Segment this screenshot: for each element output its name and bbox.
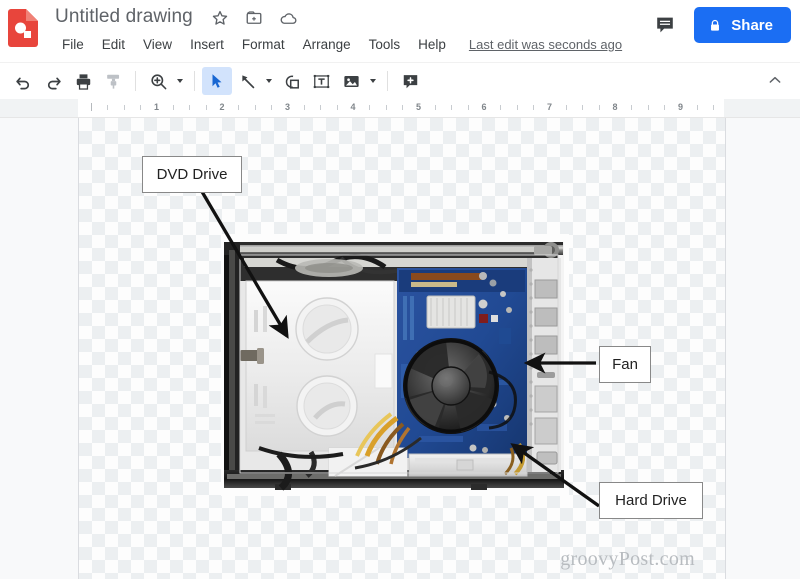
ruler-number: 2 bbox=[219, 102, 225, 112]
ruler-tick bbox=[205, 105, 207, 110]
share-button-label: Share bbox=[731, 16, 773, 34]
menu-item-view[interactable]: View bbox=[134, 35, 181, 54]
menu-item-edit[interactable]: Edit bbox=[93, 35, 134, 54]
star-icon[interactable] bbox=[211, 9, 231, 29]
add-comment-icon[interactable] bbox=[395, 67, 425, 95]
ruler-tick bbox=[303, 105, 305, 110]
menu-item-file[interactable]: File bbox=[53, 35, 93, 54]
ruler-number: 7 bbox=[546, 102, 553, 112]
ruler-tick bbox=[631, 105, 633, 110]
canvas-area[interactable]: DVD Drive Fan Hard Drive groovyPost.com bbox=[0, 118, 800, 579]
drawing-page[interactable]: DVD Drive Fan Hard Drive groovyPost.com bbox=[78, 118, 726, 579]
google-drawings-window: Untitled drawing File Edit View Insert F… bbox=[0, 0, 800, 579]
ruler-tick bbox=[189, 105, 191, 110]
zoom-icon[interactable] bbox=[143, 67, 173, 95]
ruler-tick bbox=[336, 105, 338, 110]
ruler-tick bbox=[123, 105, 125, 110]
horizontal-ruler[interactable]: 1 2 3 4 5 6 7 8 9 bbox=[0, 99, 800, 118]
ruler-tick bbox=[402, 105, 404, 110]
ruler-number: 1 bbox=[153, 102, 160, 112]
header-actions: Share bbox=[652, 7, 791, 43]
shape-icon[interactable] bbox=[276, 67, 306, 95]
ruler-tick bbox=[385, 105, 387, 110]
ruler-tick bbox=[696, 105, 698, 110]
google-drawings-logo bbox=[8, 9, 38, 47]
ruler-tick bbox=[598, 105, 600, 110]
ruler-tick bbox=[254, 105, 256, 110]
app-header: Untitled drawing File Edit View Insert F… bbox=[0, 0, 800, 62]
chevron-up-icon[interactable] bbox=[762, 67, 788, 93]
ruler-tick bbox=[369, 105, 371, 110]
fan-label[interactable]: Fan bbox=[599, 346, 651, 383]
ruler-number: 5 bbox=[415, 102, 422, 112]
ruler-tick bbox=[647, 105, 649, 110]
watermark: groovyPost.com bbox=[560, 548, 695, 570]
rear-io-panel bbox=[527, 242, 561, 472]
image-dropdown-caret[interactable] bbox=[366, 67, 380, 95]
ruler-tick bbox=[140, 105, 142, 110]
dvd-drive-label-text: DVD Drive bbox=[156, 166, 228, 183]
share-button[interactable]: Share bbox=[694, 7, 791, 43]
dvd-drive-label[interactable]: DVD Drive bbox=[142, 156, 242, 193]
print-icon[interactable] bbox=[68, 67, 98, 95]
ruler-tick bbox=[107, 105, 109, 110]
toolbar-divider bbox=[135, 71, 136, 91]
comment-icon[interactable] bbox=[652, 12, 678, 38]
ruler-tick bbox=[516, 105, 518, 110]
ruler-number: 3 bbox=[284, 102, 291, 112]
toolbar-divider bbox=[194, 71, 195, 91]
ruler-tick bbox=[664, 105, 666, 110]
title-action-icons bbox=[211, 9, 299, 29]
computer-interior-photo bbox=[221, 234, 569, 496]
cloud-status-icon[interactable] bbox=[279, 9, 299, 29]
menu-item-tools[interactable]: Tools bbox=[360, 35, 410, 54]
ruler-number: 4 bbox=[350, 102, 356, 112]
line-dropdown-caret[interactable] bbox=[262, 67, 276, 95]
ruler-number: 9 bbox=[677, 102, 684, 112]
ruler-tick-major bbox=[91, 103, 92, 111]
ruler-tick bbox=[500, 105, 502, 110]
lock-icon bbox=[708, 18, 723, 33]
ruler-tick bbox=[565, 105, 567, 110]
ruler-tick bbox=[238, 105, 240, 110]
undo-icon[interactable] bbox=[8, 67, 38, 95]
dvd-drive-part bbox=[240, 280, 395, 452]
text-box-icon[interactable] bbox=[306, 67, 336, 95]
cursor-arrow-icon[interactable] bbox=[202, 67, 232, 95]
ruler-tick bbox=[713, 105, 715, 110]
ruler-tick bbox=[582, 105, 584, 110]
ruler-tick bbox=[533, 105, 535, 110]
cpu-fan-part bbox=[403, 338, 499, 434]
ruler-tick bbox=[451, 105, 453, 110]
menu-item-help[interactable]: Help bbox=[409, 35, 455, 54]
ruler-number: 8 bbox=[612, 102, 618, 112]
motherboard-part bbox=[397, 268, 529, 458]
paint-format-icon[interactable] bbox=[98, 67, 128, 95]
ruler-tick bbox=[172, 105, 174, 110]
menu-item-insert[interactable]: Insert bbox=[181, 35, 233, 54]
ruler-tick bbox=[271, 105, 273, 110]
toolbar bbox=[0, 62, 800, 99]
ruler-number: 6 bbox=[481, 102, 487, 112]
hard-drive-label[interactable]: Hard Drive bbox=[599, 482, 703, 519]
redo-icon[interactable] bbox=[38, 67, 68, 95]
ruler-tick bbox=[320, 105, 322, 110]
image-icon[interactable] bbox=[336, 67, 366, 95]
menu-bar: File Edit View Insert Format Arrange Too… bbox=[53, 35, 622, 54]
fan-label-text: Fan bbox=[612, 356, 638, 373]
hard-drive-label-text: Hard Drive bbox=[615, 492, 687, 509]
ruler-tick bbox=[467, 105, 469, 110]
menu-item-arrange[interactable]: Arrange bbox=[294, 35, 360, 54]
zoom-dropdown-caret[interactable] bbox=[173, 67, 187, 95]
last-edit-status[interactable]: Last edit was seconds ago bbox=[469, 37, 622, 52]
move-to-folder-icon[interactable] bbox=[245, 9, 265, 29]
ruler-tick bbox=[434, 105, 436, 110]
toolbar-divider bbox=[387, 71, 388, 91]
menu-item-format[interactable]: Format bbox=[233, 35, 294, 54]
line-icon[interactable] bbox=[232, 67, 262, 95]
ruler-ticks: 1 2 3 4 5 6 7 8 9 bbox=[78, 99, 724, 117]
document-title[interactable]: Untitled drawing bbox=[55, 6, 193, 28]
